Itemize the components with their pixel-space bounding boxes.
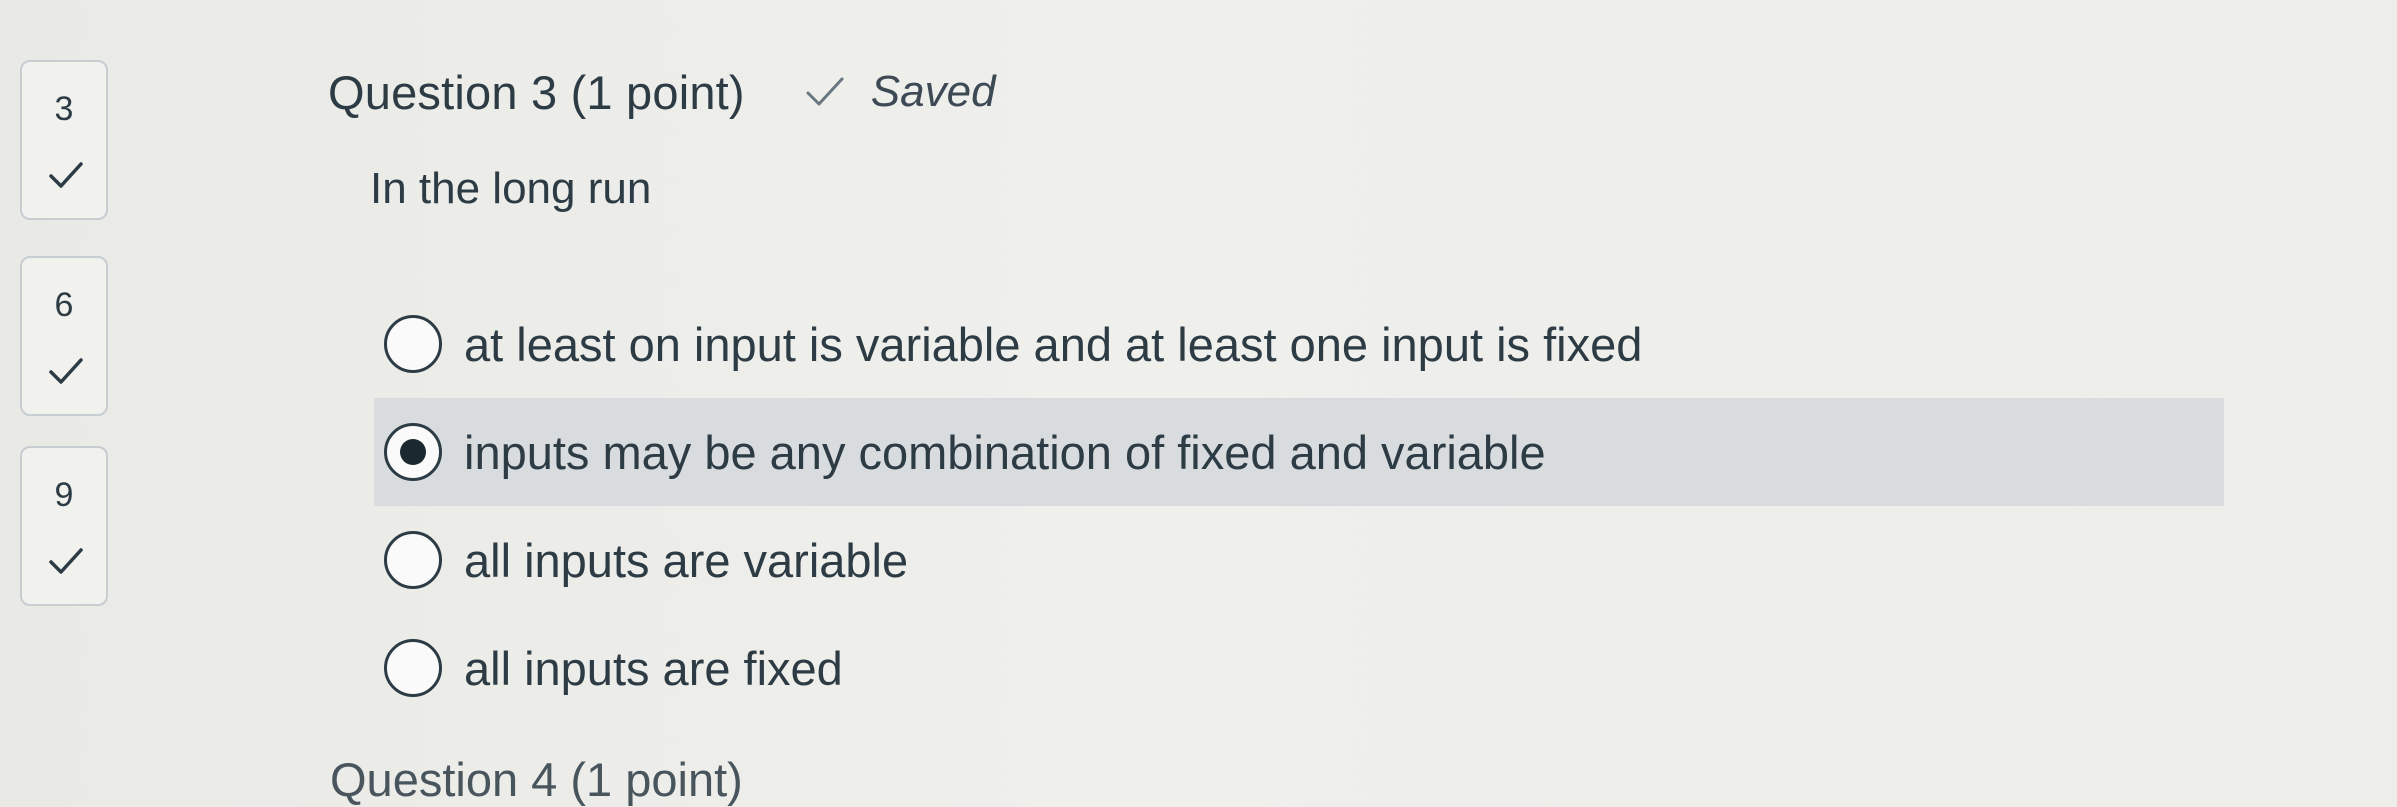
question-block: Question 3 (1 point) Saved In the long r… bbox=[328, 62, 2228, 697]
answer-option-2[interactable]: inputs may be any combination of fixed a… bbox=[374, 398, 2224, 506]
answer-label: inputs may be any combination of fixed a… bbox=[464, 425, 1546, 479]
nav-question-number: 9 bbox=[54, 476, 74, 514]
radio-selected-dot bbox=[400, 439, 426, 465]
answer-option-4[interactable]: all inputs are fixed bbox=[374, 614, 2224, 722]
answer-option-1[interactable]: at least on input is variable and at lea… bbox=[374, 290, 2224, 398]
question-prompt: In the long run bbox=[370, 164, 652, 213]
answer-label: all inputs are variable bbox=[464, 533, 909, 587]
radio-button[interactable] bbox=[384, 315, 442, 373]
nav-question-9[interactable]: 9 bbox=[20, 446, 108, 606]
nav-question-number: 3 bbox=[54, 90, 74, 128]
checkmark-icon bbox=[49, 162, 83, 188]
question-title: Question 3 (1 point) bbox=[328, 65, 745, 119]
nav-question-3[interactable]: 3 bbox=[20, 60, 108, 220]
answer-list: at least on input is variable and at lea… bbox=[374, 290, 2224, 722]
radio-button[interactable] bbox=[384, 639, 442, 697]
answer-label: all inputs are fixed bbox=[464, 641, 843, 695]
next-question-title: Question 4 (1 point) bbox=[330, 753, 743, 806]
answer-label: at least on input is variable and at lea… bbox=[464, 317, 1643, 371]
saved-label: Saved bbox=[870, 67, 996, 116]
checkmark-icon bbox=[49, 358, 83, 384]
radio-button[interactable] bbox=[384, 531, 442, 589]
answer-option-3[interactable]: all inputs are variable bbox=[374, 506, 2224, 614]
checkmark-icon bbox=[49, 548, 83, 574]
saved-status: Saved bbox=[805, 67, 996, 117]
nav-question-6[interactable]: 6 bbox=[20, 256, 108, 416]
saved-check-icon bbox=[806, 77, 844, 106]
radio-button-selected[interactable] bbox=[384, 423, 442, 481]
question-header: Question 3 (1 point) Saved bbox=[328, 62, 2228, 122]
nav-question-number: 6 bbox=[54, 286, 74, 324]
